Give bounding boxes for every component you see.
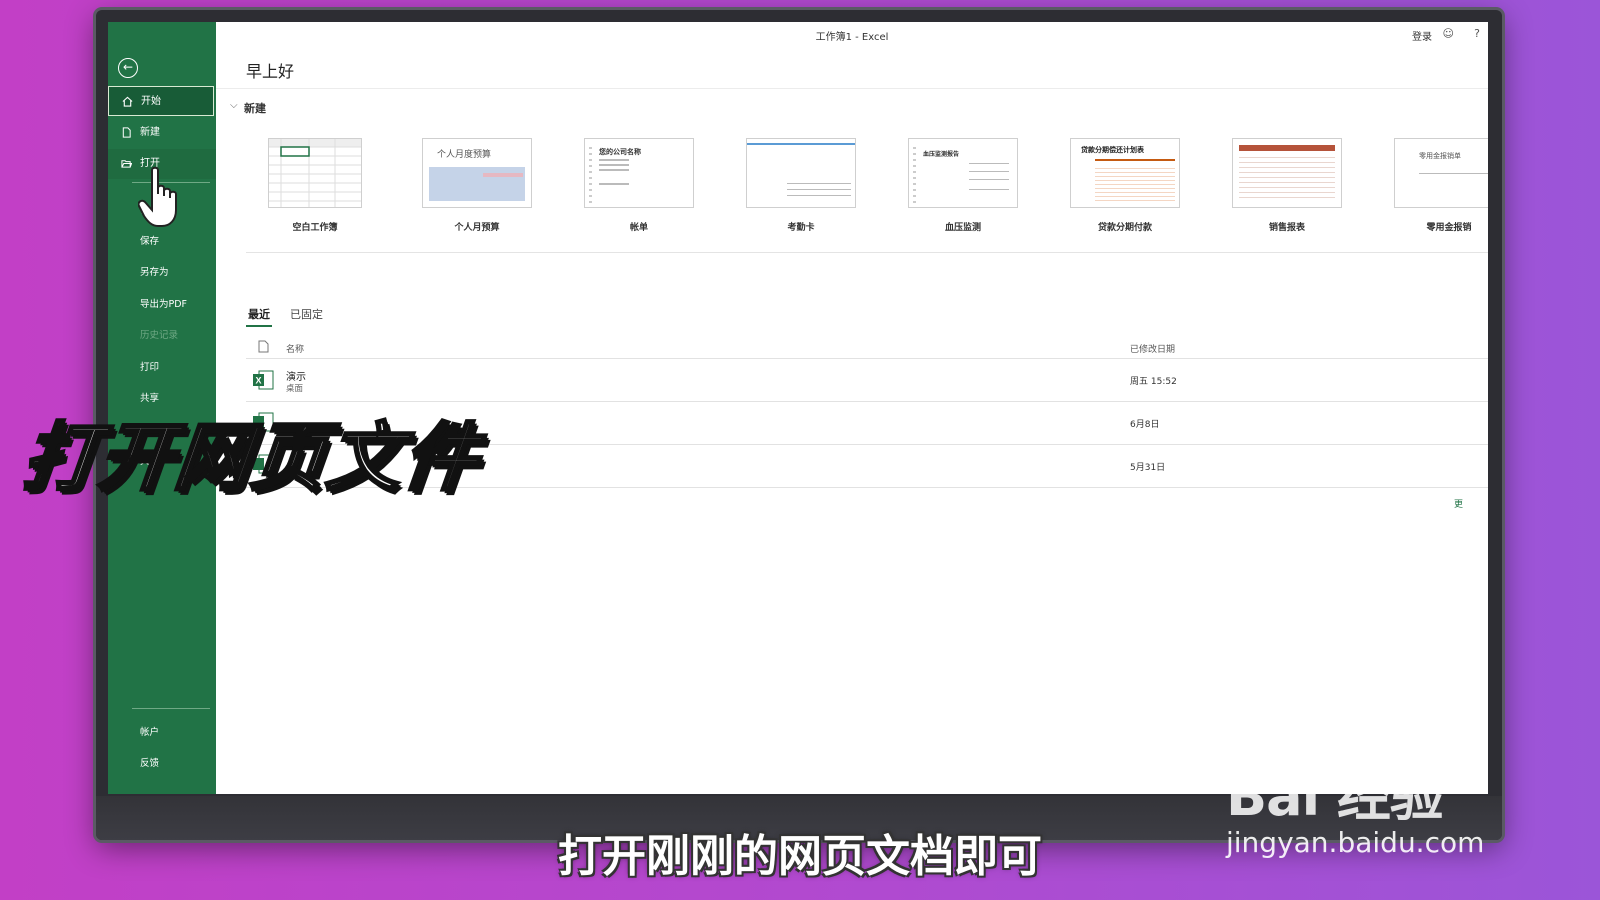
file-modified-date: 6月8日 (1130, 420, 1160, 430)
sidebar-item-print[interactable]: 打印 (140, 359, 159, 373)
sidebar-item-account[interactable]: 帐户 (140, 724, 159, 738)
signin-link[interactable]: 登录 (1412, 28, 1432, 43)
sidebar-item-home[interactable]: 开始 (108, 86, 214, 116)
more-link[interactable]: 更 (1454, 497, 1463, 510)
video-overlay-title: 打开网页文件 (17, 414, 485, 503)
divider (246, 358, 1488, 359)
back-arrow-icon[interactable]: ← (118, 58, 138, 78)
template-thumbnail: 贷款分期偿还计划表 (1070, 138, 1180, 208)
template-preview-lines (1419, 173, 1488, 174)
template-loan-amortization[interactable]: 贷款分期偿还计划表 贷款分期付款 (1070, 138, 1180, 233)
sidebar-item-label: 开始 (141, 96, 161, 107)
svg-text:X: X (255, 376, 261, 386)
file-name: 演示 (286, 372, 306, 383)
template-thumbnail: 个人月度预算 (422, 138, 532, 208)
template-preview-lines (913, 147, 916, 203)
window-title: 工作簿1 - Excel (815, 32, 889, 43)
file-modified-date: 周五 15:52 (1130, 377, 1177, 387)
template-thumbnail (268, 138, 362, 208)
file-modified-date: 5月31日 (1130, 463, 1166, 473)
template-timecard[interactable]: 考勤卡 (746, 138, 856, 233)
template-preview-lines (787, 183, 851, 184)
sidebar-item-new[interactable]: 新建 (108, 118, 216, 148)
template-label: 销售报表 (1268, 223, 1305, 233)
help-icon[interactable]: ? (1474, 27, 1480, 40)
sidebar-item-save-as[interactable]: 另存为 (140, 264, 169, 278)
template-preview-bar (1095, 159, 1175, 161)
hand-pointer-icon (138, 166, 177, 227)
home-icon (122, 96, 133, 107)
new-file-icon (122, 127, 131, 138)
template-preview-header (1239, 145, 1335, 151)
template-preview-rows (1239, 153, 1335, 201)
tab-pinned[interactable]: 已固定 (290, 306, 323, 322)
template-thumbnail: 您的公司名称 (584, 138, 694, 208)
template-personal-budget[interactable]: 个人月度预算 个人月预算 (422, 138, 532, 233)
divider (246, 252, 1488, 253)
template-petty-cash[interactable]: 零用金报销单 零用金报销 (1394, 138, 1488, 233)
template-preview-bar (747, 143, 855, 145)
template-thumbnail (1232, 138, 1342, 208)
template-thumbnail (746, 138, 856, 208)
section-heading-new: 新建 (244, 102, 266, 115)
template-preview-title: 个人月度预算 (437, 150, 492, 160)
file-location: 桌面 (286, 384, 304, 394)
column-header-modified[interactable]: 已修改日期 (1130, 342, 1175, 355)
share-person-icon[interactable]: ☺ (1443, 27, 1454, 40)
template-preview-title: 您的公司名称 (599, 148, 641, 156)
file-type-icon (258, 340, 269, 353)
template-preview-title: 零用金报销单 (1419, 152, 1461, 160)
template-thumbnail: 血压监测报告 (908, 138, 1018, 208)
baidu-watermark-logo: Bai 经验 (1226, 765, 1444, 828)
baidu-watermark-url: jingyan.baidu.com (1226, 826, 1485, 859)
tab-recent[interactable]: 最近 (248, 306, 270, 322)
sidebar-item-export-pdf[interactable]: 导出为PDF (140, 296, 187, 310)
template-label: 贷款分期付款 (1097, 223, 1152, 233)
template-blank-workbook[interactable]: 空白工作簿 (260, 138, 370, 233)
sidebar-item-history: 历史记录 (140, 330, 179, 341)
template-label: 零用金报销 (1426, 223, 1472, 233)
template-preview-rows (1095, 165, 1175, 201)
sidebar-separator (132, 708, 210, 709)
template-preview-lines (969, 163, 1009, 164)
sidebar-item-label: 新建 (140, 127, 160, 138)
template-blood-pressure[interactable]: 血压监测报告 血压监测 (908, 138, 1018, 233)
template-invoice[interactable]: 您的公司名称 帐单 (584, 138, 694, 233)
template-preview-lines (599, 159, 629, 161)
template-preview-lines (589, 147, 592, 203)
template-preview-block (483, 173, 523, 177)
template-preview-title: 血压监测报告 (923, 151, 960, 158)
template-label: 个人月预算 (454, 223, 500, 233)
grid-preview-icon (269, 139, 361, 207)
template-label: 血压监测 (944, 223, 981, 233)
template-label: 空白工作簿 (292, 223, 338, 233)
template-label: 帐单 (629, 223, 648, 233)
sidebar-item-save[interactable]: 保存 (140, 233, 159, 247)
template-preview-title: 贷款分期偿还计划表 (1081, 146, 1144, 154)
sidebar-item-feedback[interactable]: 反馈 (140, 755, 159, 769)
excel-file-icon: X (253, 370, 274, 390)
folder-open-icon (121, 160, 132, 168)
tab-active-indicator (246, 325, 272, 327)
template-sales-report[interactable]: 销售报表 (1232, 138, 1342, 233)
divider (216, 88, 1488, 89)
column-header-name[interactable]: 名称 (286, 342, 304, 355)
chevron-down-icon[interactable]: ⌵ (230, 100, 238, 111)
template-label: 考勤卡 (787, 223, 815, 233)
template-thumbnail: 零用金报销单 (1394, 138, 1488, 208)
page-title: 早上好 (246, 62, 295, 81)
